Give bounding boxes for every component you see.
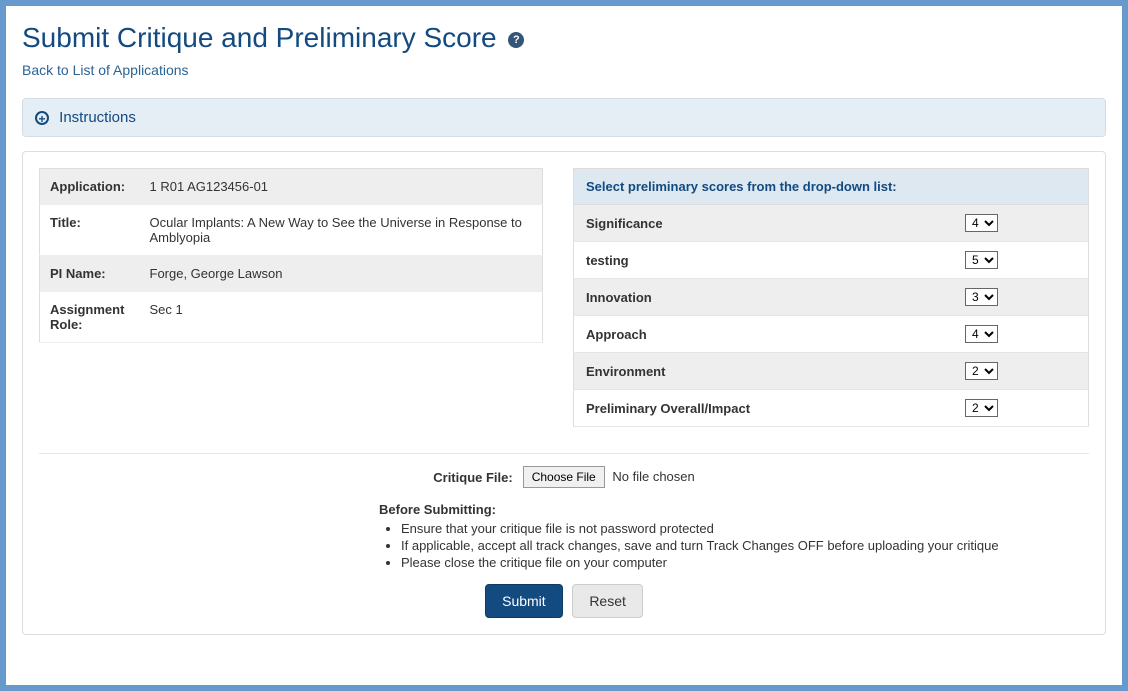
score-table: Significance 4 testing 5 Innovation 3 Approach…: [573, 204, 1089, 427]
score-select-cell: 3: [953, 279, 1089, 316]
file-status-text: No file chosen: [612, 469, 694, 484]
score-label: Approach: [574, 316, 953, 353]
instructions-label: Instructions: [59, 109, 136, 126]
scores-header: Select preliminary scores from the drop-…: [573, 168, 1089, 204]
before-submitting-item: Ensure that your critique file is not pa…: [401, 521, 1089, 536]
info-label-pi-name: PI Name:: [40, 256, 140, 292]
score-label: Environment: [574, 353, 953, 390]
score-select-cell: 4: [953, 205, 1089, 242]
info-row-pi-name: PI Name: Forge, George Lawson: [40, 256, 543, 292]
back-link[interactable]: Back to List of Applications: [22, 62, 189, 78]
score-select[interactable]: 3: [965, 288, 998, 306]
info-row-assignment-role: Assignment Role: Sec 1: [40, 292, 543, 343]
score-row: Environment 2: [574, 353, 1089, 390]
score-row: testing 5: [574, 242, 1089, 279]
submit-button[interactable]: Submit: [485, 584, 563, 618]
help-icon[interactable]: ?: [508, 32, 524, 48]
info-value-title: Ocular Implants: A New Way to See the Un…: [140, 205, 543, 256]
info-value-pi-name: Forge, George Lawson: [140, 256, 543, 292]
choose-file-button[interactable]: Choose File: [523, 466, 605, 488]
instructions-toggle[interactable]: + Instructions: [22, 98, 1106, 137]
plus-icon: +: [35, 111, 49, 125]
score-row: Approach 4: [574, 316, 1089, 353]
score-row: Preliminary Overall/Impact 2: [574, 390, 1089, 427]
info-label-title: Title:: [40, 205, 140, 256]
score-select-cell: 5: [953, 242, 1089, 279]
score-select[interactable]: 2: [965, 399, 998, 417]
application-info-table: Application: 1 R01 AG123456-01 Title: Oc…: [39, 168, 543, 343]
before-submitting-block: Before Submitting: Ensure that your crit…: [379, 502, 1089, 570]
score-row: Innovation 3: [574, 279, 1089, 316]
info-row-application: Application: 1 R01 AG123456-01: [40, 169, 543, 205]
score-select-cell: 2: [953, 390, 1034, 427]
score-select[interactable]: 2: [965, 362, 998, 380]
info-value-application: 1 R01 AG123456-01: [140, 169, 543, 205]
info-value-assignment-role: Sec 1: [140, 292, 543, 343]
info-label-assignment-role: Assignment Role:: [40, 292, 140, 343]
critique-file-label: Critique File:: [433, 466, 512, 485]
score-select[interactable]: 4: [965, 325, 998, 343]
page-title: Submit Critique and Preliminary Score ?: [22, 22, 1106, 54]
before-submitting-item: If applicable, accept all track changes,…: [401, 538, 1089, 553]
divider: [39, 453, 1089, 454]
before-submitting-heading: Before Submitting:: [379, 502, 1089, 517]
score-select-cell: 2: [953, 353, 1089, 390]
score-row: Significance 4: [574, 205, 1089, 242]
reset-button[interactable]: Reset: [572, 584, 643, 618]
score-select[interactable]: 4: [965, 214, 998, 232]
score-select-cell: 4: [953, 316, 1089, 353]
score-label: Preliminary Overall/Impact: [574, 390, 953, 427]
page-title-text: Submit Critique and Preliminary Score: [22, 22, 497, 53]
main-card: Application: 1 R01 AG123456-01 Title: Oc…: [22, 151, 1106, 635]
score-label: Innovation: [574, 279, 953, 316]
score-label: Significance: [574, 205, 953, 242]
info-row-title: Title: Ocular Implants: A New Way to See…: [40, 205, 543, 256]
before-submitting-list: Ensure that your critique file is not pa…: [383, 521, 1089, 570]
before-submitting-item: Please close the critique file on your c…: [401, 555, 1089, 570]
info-label-application: Application:: [40, 169, 140, 205]
score-select[interactable]: 5: [965, 251, 998, 269]
score-extra-cell: [1034, 390, 1088, 427]
score-label: testing: [574, 242, 953, 279]
